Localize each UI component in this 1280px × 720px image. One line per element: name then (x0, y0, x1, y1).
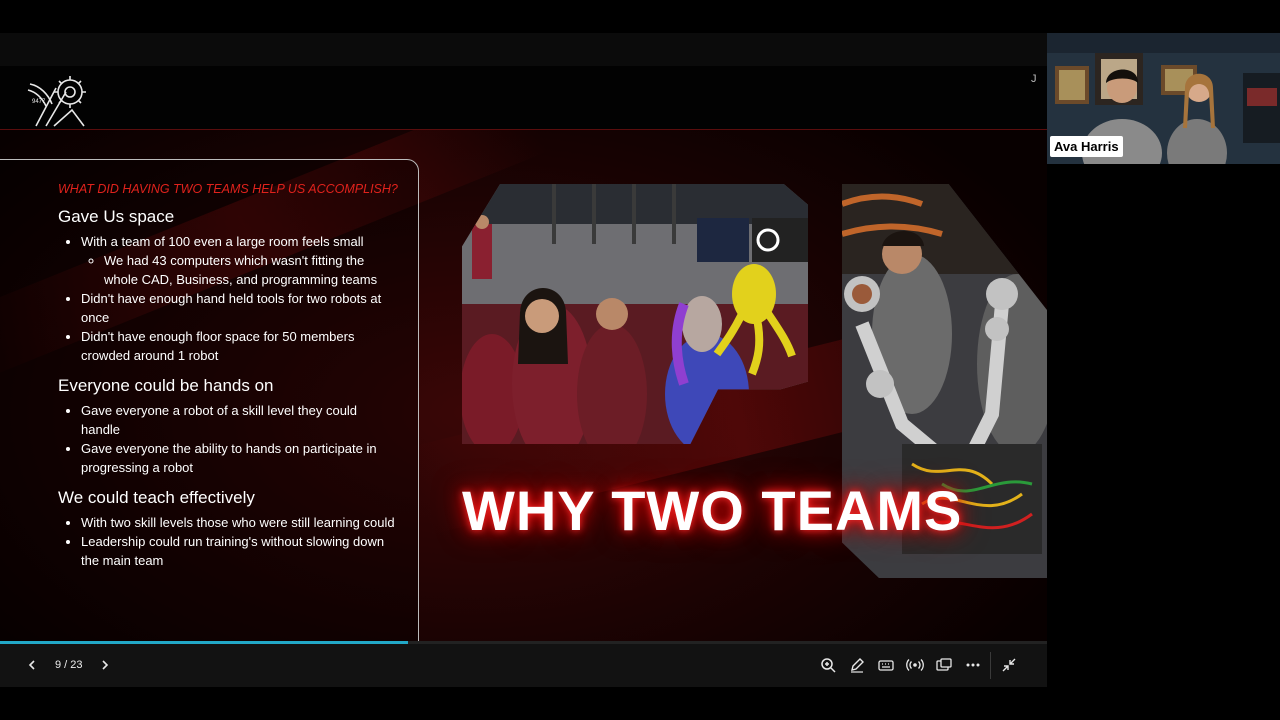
slide-counter: 9 / 23 (55, 659, 83, 671)
bullet-list: With a team of 100 even a large room fee… (58, 232, 398, 365)
next-slide-button[interactable] (94, 654, 116, 676)
picture-in-picture-button[interactable] (933, 654, 955, 676)
bullet-list: With two skill levels those who were sti… (58, 513, 398, 570)
keyboard-icon (878, 660, 894, 671)
broadcast-icon (906, 659, 924, 671)
bullet-item: Didn't have enough hand held tools for t… (81, 289, 398, 327)
annotate-button[interactable] (846, 654, 868, 676)
toolbar-divider (990, 652, 991, 679)
bullet-item: Gave everyone a robot of a skill level t… (81, 401, 398, 439)
more-horizontal-icon (966, 663, 980, 667)
participant-name-tag: Ava Harris (1050, 136, 1123, 157)
collapse-icon (1002, 658, 1016, 672)
slide-headline: WHY TWO TEAMS (462, 479, 963, 542)
content-text: WHAT DID HAVING TWO TEAMS HELP US ACCOMP… (58, 180, 398, 580)
bullet-item: Didn't have enough floor space for 50 me… (81, 327, 398, 365)
presentation-slide: 9477 J WHAT DID HAVING TWO TEAMS HELP US… (0, 66, 1047, 644)
slide-marker: J (1031, 73, 1037, 85)
more-options-button[interactable] (962, 654, 984, 676)
previous-slide-button[interactable] (21, 654, 43, 676)
chevron-right-icon (102, 660, 109, 670)
chevron-left-icon (28, 660, 35, 670)
pen-icon (851, 658, 864, 673)
exit-fullscreen-button[interactable] (998, 654, 1020, 676)
section-heading: Everyone could be hands on (58, 376, 274, 395)
keyboard-shortcuts-button[interactable] (875, 654, 897, 676)
bullet-item: We had 43 computers which wasn't fitting… (81, 251, 398, 289)
bullet-item: Gave everyone the ability to hands on pa… (81, 439, 398, 477)
slide-question: WHAT DID HAVING TWO TEAMS HELP US ACCOMP… (58, 182, 398, 196)
slide-header: 9477 J (0, 66, 1047, 130)
team-logo: 9477 (26, 70, 90, 130)
logo-number: 9477 (32, 99, 46, 105)
sub-bullet-item: We had 43 computers which wasn't fitting… (104, 251, 398, 289)
bullet-list: Gave everyone a robot of a skill level t… (58, 401, 398, 477)
bullet-item: Leadership could run training's without … (81, 532, 398, 570)
bullet-item: With two skill levels those who were sti… (81, 513, 398, 532)
zoom-button[interactable] (817, 654, 839, 676)
presenter-top-bar (0, 33, 1047, 66)
sub-bullet-list: We had 43 computers which wasn't fitting… (81, 251, 398, 289)
bullet-item: With a team of 100 even a large room fee… (81, 232, 398, 251)
zoom-in-icon (821, 658, 836, 673)
live-broadcast-button[interactable] (904, 654, 926, 676)
section-heading: Gave Us space (58, 207, 175, 226)
section-heading: We could teach effectively (58, 488, 255, 507)
content-panel: WHAT DID HAVING TWO TEAMS HELP US ACCOMP… (0, 159, 419, 644)
picture-in-picture-icon (936, 658, 952, 671)
presentation-control-bar: 9 / 23 (0, 644, 1047, 687)
